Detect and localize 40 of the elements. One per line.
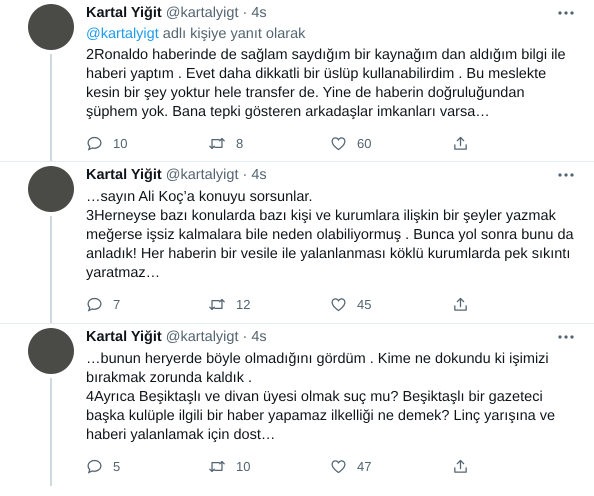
share-icon[interactable] bbox=[452, 296, 469, 314]
author-name[interactable]: Kartal Yiğit bbox=[86, 3, 162, 25]
tweet-text: …bunun heryerde böyle olmadığını gördüm . Kime ne dokundu ki işimizi bırakmak zorunda kaldık . 4Ayrıca Beşiktaşlı ve divan üyesi olmak suç mu? Beşiktaşlı bir gazeteci başka kulüple ilgili bir haber yapamaz ilkelliği ne demek? Linç yarışına ve haberi yalanlamak için dost… bbox=[86, 350, 556, 445]
like-count: 45 bbox=[357, 296, 372, 314]
tweet-time[interactable]: 4s bbox=[251, 165, 267, 187]
more-options-icon[interactable] bbox=[558, 173, 574, 178]
separator-dot: · bbox=[242, 4, 248, 24]
avatar-photo-placeholder bbox=[28, 166, 74, 212]
author-handle[interactable]: @kartalyigt bbox=[166, 165, 238, 187]
heart-icon[interactable] bbox=[330, 296, 347, 314]
reply-icon[interactable] bbox=[86, 296, 103, 314]
tweet-time[interactable]: 4s bbox=[251, 327, 267, 349]
author-name[interactable]: Kartal Yiğit bbox=[86, 165, 162, 187]
reply-count: 10 bbox=[113, 135, 128, 153]
like-count: 60 bbox=[357, 135, 372, 153]
author-handle[interactable]: @kartalyigt bbox=[166, 327, 238, 349]
share-icon[interactable] bbox=[452, 458, 469, 476]
reply-icon[interactable] bbox=[86, 135, 103, 152]
like-count: 47 bbox=[357, 458, 372, 476]
author-handle[interactable]: @kartalyigt bbox=[166, 3, 238, 25]
retweet-count: 10 bbox=[236, 458, 250, 476]
heart-icon[interactable] bbox=[330, 458, 347, 476]
tweet-time[interactable]: 4s bbox=[251, 3, 267, 25]
author-name[interactable]: Kartal Yiğit bbox=[86, 327, 162, 349]
share-icon[interactable] bbox=[452, 135, 469, 152]
more-options-icon[interactable] bbox=[558, 11, 574, 16]
avatar-photo-placeholder bbox=[28, 328, 74, 374]
reply-count: 5 bbox=[113, 458, 120, 476]
heart-icon[interactable] bbox=[330, 135, 347, 152]
retweet-count: 12 bbox=[236, 296, 250, 314]
avatar-photo-placeholder bbox=[28, 4, 74, 50]
tweet-text: …sayın Ali Koç’a konuyu sorsunlar. 3Herneyse bazı konularda bazı kişi ve kurumlara ilişkin bir şeyler yazmak meğerse işsiz kalmalara bile neden olabiliyormuş . Bunca yol sonra bunu da anladık! Her haberin bir vesile ile yalanlanması köklü kurumlarda pek sıkıntı yaratmaz… bbox=[86, 188, 574, 283]
more-options-icon[interactable] bbox=[558, 335, 574, 340]
tweet-text: 2Ronaldo haberinde de sağlam saydığım bir kaynağım dan aldığım bilgi ile haberi yaptım . Evet daha dikkatli bir üslüp kullanabilirdim . Bu meslekte kesin bir şey yoktur hele transfer de. Yine de haberin doğruluğundan şüphem yok. Bana tepki gösteren arkadaşlar imkanları varsa… bbox=[86, 46, 567, 122]
reply-count: 7 bbox=[113, 296, 120, 314]
reply-icon[interactable] bbox=[86, 458, 103, 476]
retweet-count: 8 bbox=[236, 135, 244, 153]
separator-dot: · bbox=[242, 328, 248, 348]
reply-context: @kartalyigt adlı kişiye yanıt olarak bbox=[86, 25, 306, 44]
separator-dot: · bbox=[242, 166, 248, 186]
